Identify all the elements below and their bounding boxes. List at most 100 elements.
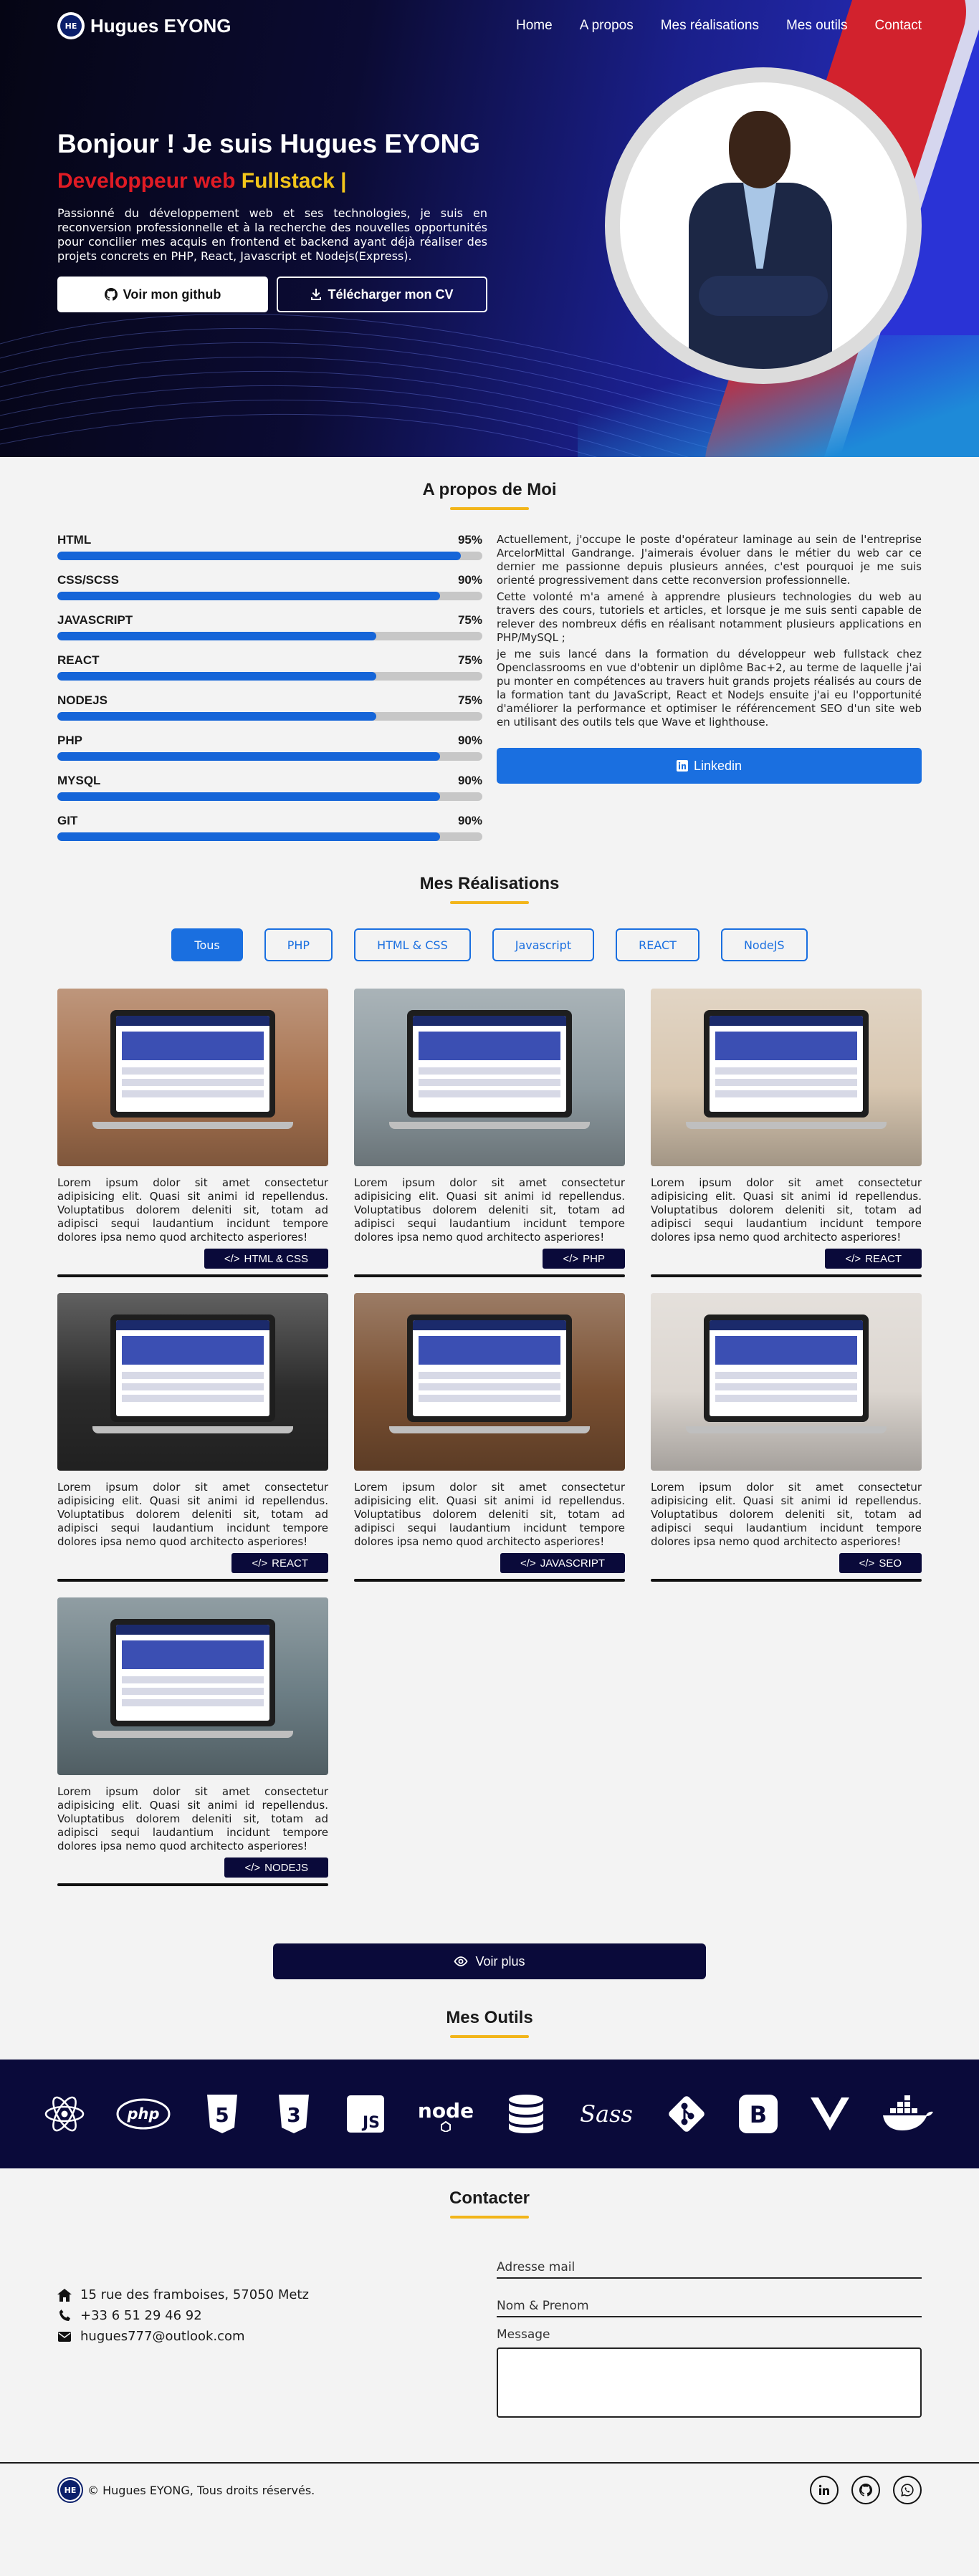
- tools-band: php 5 3 JS node Sass B: [0, 2060, 979, 2168]
- email-field[interactable]: Adresse mail: [497, 2250, 922, 2279]
- filter-react[interactable]: REACT: [616, 928, 699, 961]
- card-divider: [57, 1883, 328, 1886]
- project-tag[interactable]: </> NODEJS: [224, 1857, 328, 1878]
- project-tag[interactable]: </> SEO: [839, 1553, 922, 1573]
- laptop-mockup: [407, 1315, 572, 1422]
- nav-item-realisations[interactable]: Mes réalisations: [661, 18, 759, 34]
- whatsapp-icon: [901, 2484, 914, 2496]
- eye-icon: [454, 1956, 469, 1966]
- hero-subtitle-typed: Fullstack |: [241, 169, 347, 193]
- tools-title: Mes Outils: [446, 2008, 533, 2027]
- laptop-mockup: [704, 1010, 869, 1118]
- project-card[interactable]: Lorem ipsum dolor sit amet consectetur a…: [354, 1293, 625, 1582]
- project-filters: Tous PHP HTML & CSS Javascript REACT Nod…: [57, 928, 922, 961]
- project-card[interactable]: Lorem ipsum dolor sit amet consectetur a…: [354, 989, 625, 1277]
- project-tag[interactable]: </> REACT: [231, 1553, 328, 1573]
- about-text: Actuellement, j'occupe le poste d'opérat…: [497, 533, 922, 854]
- laptop-base: [389, 1122, 590, 1129]
- skill-bar-fill: [57, 752, 440, 761]
- contact-section: Contacter 15 rue des framboises, 57050 M…: [0, 2168, 979, 2418]
- title-underline: [450, 507, 529, 510]
- project-tag-label: HTML & CSS: [244, 1252, 308, 1265]
- laptop-base: [389, 1426, 590, 1433]
- filter-nodejs[interactable]: NodeJS: [720, 928, 808, 961]
- whatsapp-link[interactable]: [893, 2476, 922, 2504]
- realisations-title: Mes Réalisations: [419, 874, 560, 893]
- see-more-label: Voir plus: [475, 1953, 525, 1969]
- linkedin-link[interactable]: [810, 2476, 839, 2504]
- skill-bar-fill: [57, 632, 376, 640]
- hero-title: Bonjour ! Je suis Hugues EYONG: [57, 129, 481, 158]
- card-divider: [651, 1274, 922, 1277]
- filter-php[interactable]: PHP: [264, 928, 333, 961]
- github-icon: [859, 2484, 872, 2496]
- skill-item: REACT 75%: [57, 653, 482, 681]
- project-description: Lorem ipsum dolor sit amet consectetur a…: [57, 1785, 328, 1852]
- contact-info: 15 rue des framboises, 57050 Metz +33 6 …: [57, 2250, 416, 2418]
- social-links: [810, 2476, 922, 2504]
- nav-item-contact[interactable]: Contact: [875, 18, 922, 34]
- skill-bar-fill: [57, 832, 440, 841]
- filter-html-css[interactable]: HTML & CSS: [354, 928, 471, 961]
- nav-item-tools[interactable]: Mes outils: [786, 18, 848, 34]
- project-tag[interactable]: </> REACT: [825, 1249, 922, 1269]
- filter-javascript[interactable]: Javascript: [492, 928, 595, 961]
- laptop-base: [92, 1426, 293, 1433]
- title-underline: [450, 901, 529, 904]
- brand-logo[interactable]: HE Hugues EYONG: [57, 12, 231, 39]
- contact-title: Contacter: [449, 2188, 530, 2208]
- logo-icon: HE: [57, 2477, 83, 2503]
- contact-email-text[interactable]: hugues777@outlook.com: [80, 2329, 245, 2344]
- javascript-icon: JS: [345, 2094, 386, 2134]
- project-tag-label: SEO: [879, 1557, 902, 1570]
- skill-percent: 90%: [457, 734, 482, 747]
- contact-form: Adresse mail Nom & Prenom Message: [497, 2250, 922, 2418]
- project-image: [57, 1293, 328, 1471]
- project-card[interactable]: Lorem ipsum dolor sit amet consectetur a…: [57, 1293, 328, 1582]
- project-card[interactable]: Lorem ipsum dolor sit amet consectetur a…: [57, 1597, 328, 1886]
- skill-name: HTML: [57, 533, 92, 547]
- linkedin-icon: [818, 2484, 829, 2495]
- project-description: Lorem ipsum dolor sit amet consectetur a…: [354, 1176, 625, 1244]
- skill-bar-fill: [57, 712, 376, 721]
- hero-section: HE Hugues EYONG Home A propos Mes réalis…: [0, 0, 979, 457]
- skill-name: MYSQL: [57, 774, 101, 787]
- message-textarea[interactable]: [497, 2347, 922, 2418]
- skill-percent: 90%: [457, 573, 482, 587]
- contact-email: hugues777@outlook.com: [57, 2329, 416, 2344]
- hero-description: Passionné du développement web et ses te…: [57, 206, 487, 263]
- project-description: Lorem ipsum dolor sit amet consectetur a…: [651, 1176, 922, 1244]
- filter-tous[interactable]: Tous: [171, 928, 243, 961]
- skill-item: HTML 95%: [57, 533, 482, 560]
- github-button[interactable]: Voir mon github: [57, 277, 268, 312]
- skill-item: JAVASCRIPT 75%: [57, 613, 482, 640]
- project-tag-row: </> JAVASCRIPT: [354, 1553, 625, 1573]
- code-icon: </>: [252, 1557, 268, 1570]
- hero-buttons: Voir mon github Télécharger mon CV: [57, 277, 487, 312]
- laptop-mockup: [407, 1010, 572, 1118]
- project-tag[interactable]: </> JAVASCRIPT: [500, 1553, 625, 1573]
- project-tag[interactable]: </> PHP: [543, 1249, 625, 1269]
- skill-item: CSS/SCSS 90%: [57, 573, 482, 600]
- project-tag[interactable]: </> HTML & CSS: [204, 1249, 328, 1269]
- project-tag-row: </> REACT: [57, 1553, 328, 1573]
- nav-item-home[interactable]: Home: [516, 18, 553, 34]
- see-more-button[interactable]: Voir plus: [273, 1943, 706, 1979]
- linkedin-button[interactable]: Linkedin: [497, 748, 922, 784]
- contact-phone: +33 6 51 29 46 92: [57, 2308, 416, 2323]
- svg-text:php: php: [126, 2105, 159, 2123]
- project-card[interactable]: Lorem ipsum dolor sit amet consectetur a…: [651, 989, 922, 1277]
- skill-bar: [57, 672, 482, 681]
- name-field[interactable]: Nom & Prenom: [497, 2289, 922, 2317]
- github-link[interactable]: [851, 2476, 880, 2504]
- skill-item: MYSQL 90%: [57, 774, 482, 801]
- download-cv-button[interactable]: Télécharger mon CV: [277, 277, 487, 312]
- project-card[interactable]: Lorem ipsum dolor sit amet consectetur a…: [651, 1293, 922, 1582]
- envelope-icon: [57, 2330, 72, 2344]
- laptop-mockup: [110, 1315, 275, 1422]
- skill-bar: [57, 712, 482, 721]
- logo-icon: HE: [57, 12, 85, 39]
- nav-item-about[interactable]: A propos: [580, 18, 634, 34]
- github-button-label: Voir mon github: [123, 287, 221, 302]
- project-card[interactable]: Lorem ipsum dolor sit amet consectetur a…: [57, 989, 328, 1277]
